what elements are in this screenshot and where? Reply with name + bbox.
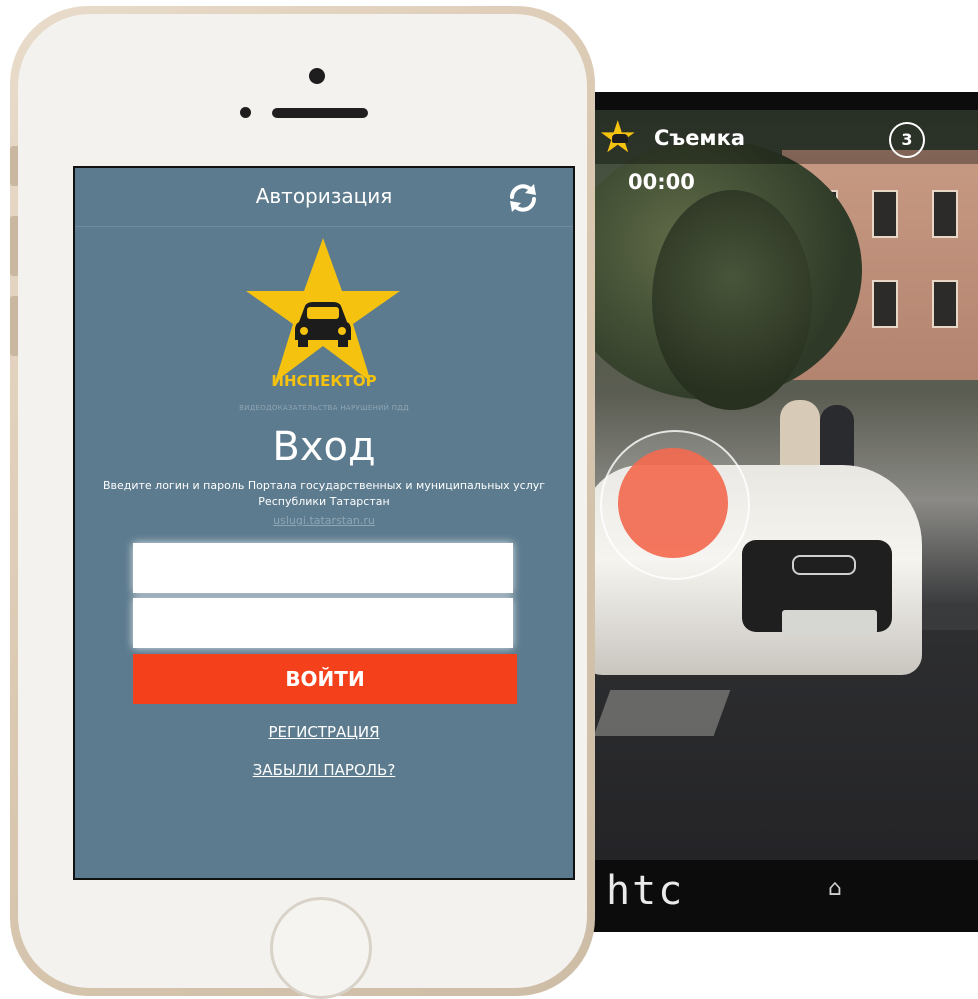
car-badge bbox=[792, 555, 856, 575]
camera-title: Съемка bbox=[654, 126, 746, 150]
record-button[interactable] bbox=[618, 448, 728, 558]
building-window bbox=[932, 190, 958, 238]
login-input[interactable] bbox=[133, 543, 513, 593]
car-icon bbox=[612, 134, 628, 143]
proximity-sensor bbox=[240, 107, 251, 118]
brand-name: ИНСПЕКТОР bbox=[271, 372, 377, 390]
license-plate bbox=[782, 610, 877, 634]
iphone-face: Авторизация ИНСПЕКТОР ВИДЕОДОКАЗАТЕЛЬСТВ bbox=[18, 14, 587, 999]
register-link[interactable]: РЕГИСТРАЦИЯ bbox=[75, 723, 573, 741]
camera-viewfinder: ★ Съемка 3 00:00 bbox=[592, 110, 978, 860]
camera-top-bar: ★ Съемка 3 bbox=[592, 110, 978, 164]
star-car-logo bbox=[246, 238, 400, 382]
app-header: Авторизация bbox=[75, 168, 573, 227]
home-icon[interactable]: ⌂ bbox=[828, 876, 842, 901]
password-input[interactable] bbox=[133, 598, 513, 648]
forgot-password-link[interactable]: ЗАБЫЛИ ПАРОЛЬ? bbox=[75, 761, 573, 779]
front-camera bbox=[309, 68, 325, 84]
shot-count-badge[interactable]: 3 bbox=[889, 122, 925, 158]
building-window bbox=[932, 280, 958, 328]
login-title: Вход bbox=[272, 424, 376, 470]
header-title: Авторизация bbox=[255, 184, 393, 208]
home-button[interactable] bbox=[270, 897, 372, 999]
htc-logo: htc bbox=[606, 868, 685, 914]
login-screen: Авторизация ИНСПЕКТОР ВИДЕОДОКАЗАТЕЛЬСТВ bbox=[73, 166, 575, 880]
htc-phone: ★ Съемка 3 00:00 htc ⌂ bbox=[540, 92, 978, 932]
brand-tagline: ВИДЕОДОКАЗАТЕЛЬСТВА НАРУШЕНИЙ ПДД bbox=[239, 404, 409, 412]
refresh-icon[interactable] bbox=[505, 180, 541, 216]
building-window bbox=[872, 190, 898, 238]
earpiece-speaker bbox=[272, 108, 368, 118]
background-tree bbox=[652, 190, 812, 410]
login-button[interactable]: ВОЙТИ bbox=[133, 654, 517, 704]
iphone-device: Авторизация ИНСПЕКТОР ВИДЕОДОКАЗАТЕЛЬСТВ bbox=[10, 6, 595, 999]
recording-timer: 00:00 bbox=[628, 170, 695, 194]
pedestrian-crossing bbox=[593, 690, 731, 736]
building-window bbox=[872, 280, 898, 328]
portal-link[interactable]: uslugi.tatarstan.ru bbox=[75, 514, 573, 527]
login-description: Введите логин и пароль Портала государст… bbox=[102, 479, 546, 508]
